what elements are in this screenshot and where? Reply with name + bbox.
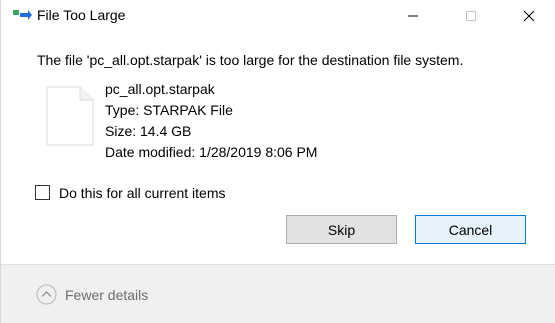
file-info: pc_all.opt.starpak Type: STARPAK File Si… xyxy=(105,79,317,163)
cancel-button[interactable]: Cancel xyxy=(415,215,526,244)
skip-button[interactable]: Skip xyxy=(286,215,397,244)
fewer-details-toggle[interactable]: Fewer details xyxy=(65,287,148,303)
file-date-modified: Date modified: 1/28/2019 8:06 PM xyxy=(105,144,318,160)
chevron-up-icon[interactable] xyxy=(36,284,57,305)
details-bar: Fewer details xyxy=(1,264,555,323)
title-bar[interactable]: File Too Large xyxy=(1,0,555,31)
minimize-icon xyxy=(408,15,418,17)
file-size: Size: 14.4 GB xyxy=(105,123,192,139)
file-type: Type: STARPAK File xyxy=(105,102,233,118)
maximize-button[interactable] xyxy=(448,0,494,31)
file-name: pc_all.opt.starpak xyxy=(105,81,215,97)
close-icon xyxy=(523,10,535,22)
error-message: The file 'pc_all.opt.starpak' is too lar… xyxy=(37,52,464,68)
minimize-button[interactable] xyxy=(390,0,436,31)
file-icon xyxy=(46,86,94,146)
file-move-icon xyxy=(12,9,32,23)
window-title: File Too Large xyxy=(37,7,126,23)
apply-to-all-checkbox[interactable] xyxy=(35,185,50,200)
file-too-large-dialog: File Too Large The file 'pc_all.opt.star… xyxy=(0,0,555,323)
maximize-icon xyxy=(466,11,476,21)
apply-to-all-label[interactable]: Do this for all current items xyxy=(59,185,226,201)
close-button[interactable] xyxy=(506,0,552,31)
